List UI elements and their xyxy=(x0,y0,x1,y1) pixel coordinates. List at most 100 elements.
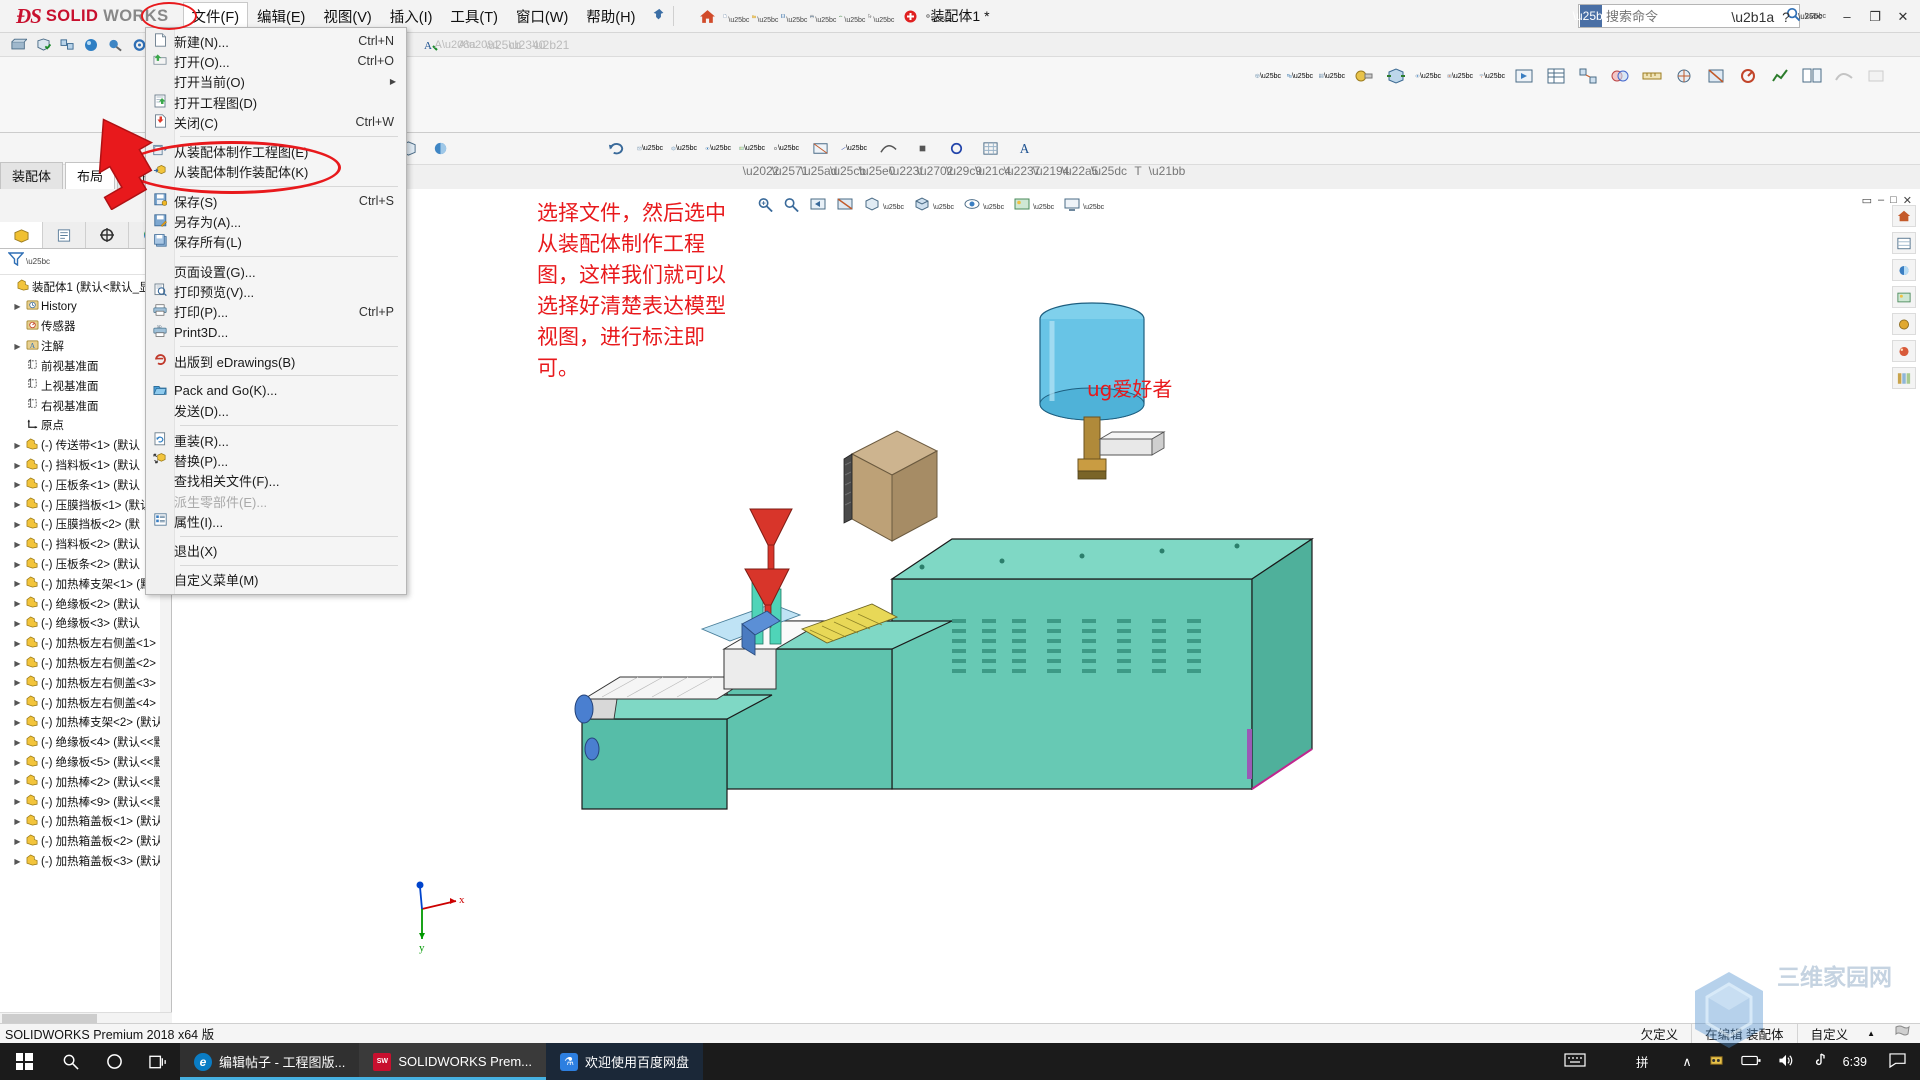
mate-tool-icon[interactable]: \u25bc xyxy=(1287,63,1313,89)
show-hidden-icons[interactable]: ∧ xyxy=(1675,1054,1700,1069)
expand-arrow-icon[interactable]: ▶ xyxy=(11,540,24,549)
status-flag-icon[interactable] xyxy=(1881,1025,1920,1042)
system-tray[interactable]: 拼 ∧ 6:39 xyxy=(1564,1052,1920,1071)
close-button[interactable]: ✕ xyxy=(1890,9,1916,25)
simulation-icon[interactable] xyxy=(1831,63,1857,89)
exploded-view-icon[interactable] xyxy=(1575,63,1601,89)
file-menu-item[interactable]: 新建(N)... Ctrl+N xyxy=(146,31,406,51)
view-toolbar-center[interactable]: \u25bc \u25bc \u25bc \u25bc \u25bc \u25b… xyxy=(453,136,1037,162)
file-menu-item[interactable]: 页面设置(G)... xyxy=(146,261,406,281)
insert-component-icon[interactable] xyxy=(32,35,54,55)
tree-item[interactable]: ▶ (-) 加热棒支架<2> (默认<默 xyxy=(0,713,171,733)
file-menu-dropdown[interactable]: 新建(N)... Ctrl+N 打开(O)... Ctrl+O 打开当前(O) ▶ 打开工程… xyxy=(145,27,407,596)
pin-icon[interactable] xyxy=(652,8,665,25)
file-menu-item[interactable]: Pack and Go(K)... xyxy=(146,380,406,400)
file-menu-item[interactable]: 替换(P)... xyxy=(146,450,406,470)
assembly-features-icon[interactable]: \u25bc xyxy=(1447,63,1473,89)
file-menu-item[interactable]: 打印(P)... Ctrl+P xyxy=(146,302,406,322)
assembly-3d-model[interactable]: x y xyxy=(352,249,1532,1009)
graphics-viewport[interactable]: \u25bc \u25bc \u25bc \u25bc \u25bc ▭ – □… xyxy=(172,189,1920,1023)
tray-security-icon[interactable] xyxy=(1700,1053,1733,1071)
viewport-restore-button[interactable]: ▭ xyxy=(1862,194,1872,207)
mate-icon[interactable] xyxy=(56,35,78,55)
file-menu-item[interactable]: 重装(R)... xyxy=(146,430,406,450)
print-icon[interactable]: \u25bc xyxy=(810,4,836,28)
feature-tree-tab[interactable] xyxy=(0,222,43,248)
display-style-icon[interactable]: \u25bc xyxy=(913,196,954,212)
viewport-heads-up-toolbar[interactable]: \u25bc \u25bc \u25bc \u25bc \u25bc ▭ – □… xyxy=(172,189,1920,219)
taskbar-item-baidu-netdisk[interactable]: ⚗ 欢迎使用百度网盘 xyxy=(546,1043,704,1080)
filter-icon[interactable] xyxy=(7,252,25,271)
expand-arrow-icon[interactable]: ▶ xyxy=(11,480,24,489)
expand-arrow-icon[interactable]: ▶ xyxy=(11,738,24,747)
expand-arrow-icon[interactable]: ▶ xyxy=(11,718,24,727)
insert-components-icon[interactable]: \u25bc xyxy=(1255,63,1281,89)
scenes-tab-icon[interactable] xyxy=(1892,286,1916,308)
expand-arrow-icon[interactable]: ▶ xyxy=(11,857,24,866)
point-tool-icon[interactable] xyxy=(909,136,935,162)
view-orientation-icon[interactable]: \u25bc xyxy=(863,196,904,212)
menu-help[interactable]: 帮助(H) xyxy=(577,2,644,31)
tree-item[interactable]: ▶ (-) 加热板左右侧盖<3> (默认、 xyxy=(0,673,171,693)
notification-icon[interactable] xyxy=(1881,1052,1920,1071)
apply-scene-icon[interactable]: \u25bc xyxy=(739,136,765,162)
expand-arrow-icon[interactable]: ▶ xyxy=(11,758,24,767)
file-menu-item[interactable]: 保存(S) Ctrl+S xyxy=(146,191,406,211)
expand-arrow-icon[interactable]: ▶ xyxy=(11,500,24,509)
expand-arrow-icon[interactable]: ▶ xyxy=(11,579,24,588)
new-document-icon[interactable]: \u25bc xyxy=(723,4,749,28)
filter-dropdown-icon[interactable]: \u25bc xyxy=(26,257,50,266)
hide-show-items-icon[interactable]: \u25bc xyxy=(705,136,731,162)
interference-detection-icon[interactable] xyxy=(1607,63,1633,89)
new-motion-study-icon[interactable] xyxy=(1511,63,1537,89)
grid-tool-icon[interactable] xyxy=(977,136,1003,162)
window-controls[interactable]: – ❐ ✕ xyxy=(1834,0,1916,33)
view-settings-icon[interactable]: \u25bc xyxy=(1063,196,1104,212)
tree-item[interactable]: ▶ (-) 加热棒<9> (默认<<默认>_ xyxy=(0,792,171,812)
tray-battery-icon[interactable] xyxy=(1733,1054,1769,1070)
zoom-to-area-icon[interactable] xyxy=(783,196,800,212)
file-menu-item[interactable]: 自定义菜单(M) xyxy=(146,570,406,590)
file-menu-item[interactable]: 查找相关文件(F)... xyxy=(146,471,406,491)
linear-pattern-icon[interactable]: \u25bc xyxy=(1319,63,1345,89)
expand-arrow-icon[interactable]: ▶ xyxy=(11,678,24,687)
view-settings-icon[interactable]: \u25bc xyxy=(773,136,799,162)
reference-geometry-icon[interactable]: \u25bc xyxy=(1479,63,1505,89)
bill-of-materials-icon[interactable] xyxy=(1543,63,1569,89)
expand-arrow-icon[interactable]: ▶ xyxy=(11,698,24,707)
design-library-icon[interactable] xyxy=(1892,367,1916,389)
open-icon[interactable]: \u25bc xyxy=(752,4,778,28)
search-icon[interactable] xyxy=(48,1043,92,1080)
design-study-icon[interactable] xyxy=(1863,63,1889,89)
apply-scene-icon[interactable]: \u25bc xyxy=(1013,196,1054,212)
tree-item[interactable]: ▶ (-) 加热板左右侧盖<4> (默认、 xyxy=(0,693,171,713)
expand-arrow-icon[interactable]: ▶ xyxy=(11,639,24,648)
tree-item[interactable]: ▶ (-) 加热板左右侧盖<1> xyxy=(0,633,171,653)
tree-item[interactable]: ▶ (-) 加热板左右侧盖<2> (默认、 xyxy=(0,653,171,673)
taskbar-item-edge[interactable]: e 编辑帖子 - 工程图版... xyxy=(180,1043,360,1080)
app-switch-icon[interactable]: \u2b1a xyxy=(1728,9,1777,25)
tree-item[interactable]: ▶ (-) 加热棒<2> (默认<<默认>_ xyxy=(0,772,171,792)
edit-appearance-icon[interactable] xyxy=(104,35,126,55)
view-selector-toolbar[interactable] xyxy=(1891,205,1917,389)
text-tool-icon[interactable]: A xyxy=(1011,136,1037,162)
help-dropdown-icon[interactable]: \u25bc xyxy=(1795,12,1825,21)
tree-item[interactable]: ▶ (-) 加热箱盖板<3> (默认<<默 xyxy=(0,851,171,871)
sensor-icon[interactable] xyxy=(1735,63,1761,89)
file-menu-item[interactable]: 打开(O)... Ctrl+O xyxy=(146,51,406,71)
home-icon[interactable] xyxy=(694,4,720,28)
line-style-icon[interactable]: \u25bc xyxy=(841,136,867,162)
tray-touch-keyboard-icon[interactable] xyxy=(1564,1052,1610,1071)
file-menu-item[interactable]: 另存为(A)... xyxy=(146,211,406,231)
expand-arrow-icon[interactable]: ▶ xyxy=(11,560,24,569)
file-menu-item[interactable]: 3D Print3D... xyxy=(146,322,406,342)
expand-arrow-icon[interactable]: ▶ xyxy=(11,342,24,351)
file-menu-item[interactable]: 打开当前(O) ▶ xyxy=(146,72,406,92)
undo-icon[interactable]: \u25bc xyxy=(839,4,865,28)
edit-component-icon[interactable] xyxy=(8,35,30,55)
rebuild-icon[interactable] xyxy=(897,4,923,28)
file-menu-item[interactable]: 保存所有(L) xyxy=(146,232,406,252)
display-pane-icon[interactable] xyxy=(1892,232,1916,254)
file-menu-item[interactable]: 从装配体制作工程图(E) xyxy=(146,141,406,161)
tree-hscroll-thumb[interactable] xyxy=(2,1014,97,1023)
